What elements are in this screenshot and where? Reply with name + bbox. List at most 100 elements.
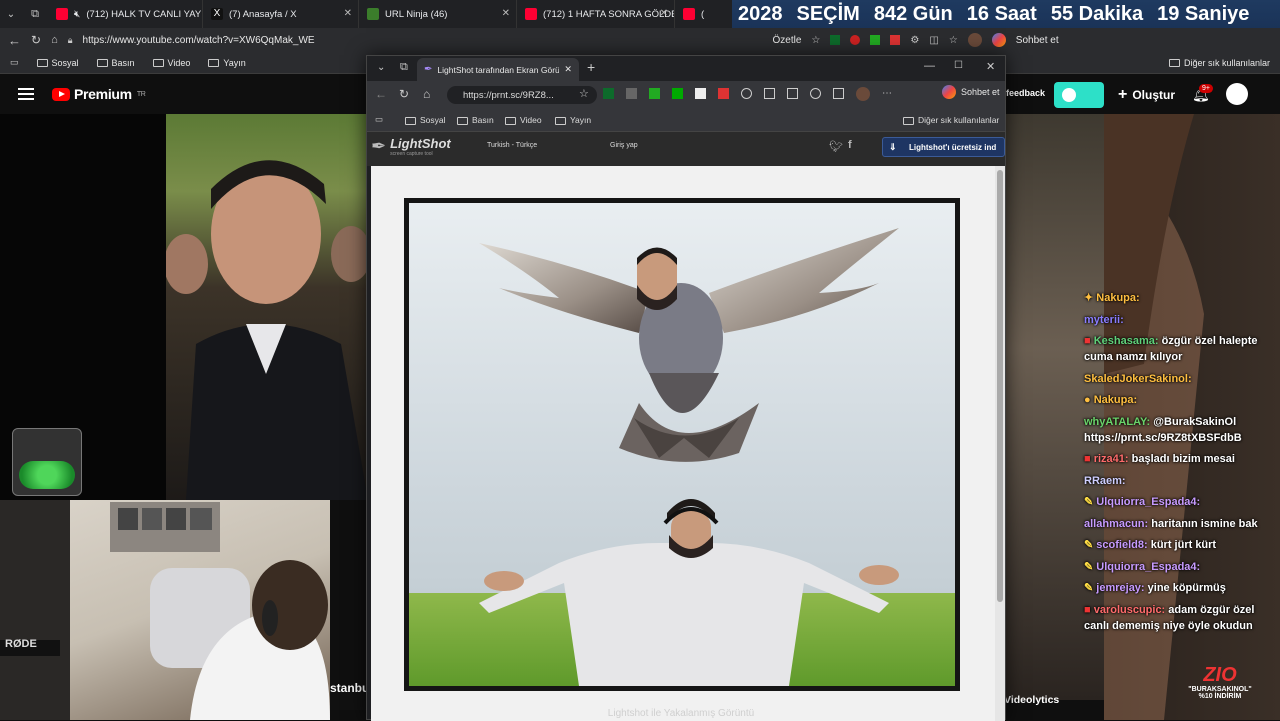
chat-username[interactable]: Ulquiorra_Espada4: <box>1096 561 1200 573</box>
login-link[interactable]: Giriş yap <box>610 142 638 149</box>
mute-icon[interactable]: 🔇︎ <box>74 9 80 20</box>
chat-username[interactable]: riza41: <box>1094 453 1129 465</box>
close-tab-icon[interactable]: ✕ <box>502 8 510 19</box>
bookmark-sosyal[interactable]: Sosyal <box>36 58 79 68</box>
chat-username[interactable]: allahmacun: <box>1084 518 1148 530</box>
reading-list-icon[interactable]: ▭ <box>10 57 19 68</box>
maximize-icon[interactable]: ☐ <box>954 60 963 71</box>
reload-icon[interactable]: ↻ <box>31 33 41 47</box>
workspaces-icon[interactable]: ⧉ <box>400 61 408 74</box>
workspaces-icon[interactable]: ⧉ <box>22 8 48 21</box>
tab-menu-icon[interactable]: ⌄ <box>377 62 385 73</box>
star-icon[interactable]: ☆ <box>811 35 820 46</box>
hamburger-menu-icon[interactable] <box>18 88 34 100</box>
copilot-icon[interactable] <box>991 33 1006 47</box>
chat-text: haritanın ismine bak <box>1151 517 1258 530</box>
countdown-year: 2028 <box>738 2 783 25</box>
extension-icon[interactable] <box>741 88 752 99</box>
chat-username[interactable]: Nakupa: <box>1094 394 1137 406</box>
split-screen-icon[interactable] <box>764 88 775 99</box>
lightshot-favicon-icon: ✒ <box>424 64 433 75</box>
extension-icon[interactable] <box>810 88 821 99</box>
countdown-days: 842 Gün <box>873 2 953 25</box>
extension-icon[interactable] <box>833 88 844 99</box>
chat-username[interactable]: jemrejay: <box>1096 582 1144 594</box>
chat-username[interactable]: whyATALAY: <box>1084 416 1150 428</box>
more-icon[interactable]: ⋯ <box>882 88 892 101</box>
bookmark-sosyal[interactable]: Sosyal <box>405 115 446 125</box>
outer-tab-5[interactable]: ( <box>675 0 715 28</box>
extension-icon[interactable] <box>649 88 660 99</box>
extension-icon[interactable] <box>695 88 706 99</box>
chat-username[interactable]: SkaledJokerSakinol: <box>1084 373 1192 385</box>
extension-icon[interactable]: ⚙ <box>910 35 919 46</box>
popup-scrollbar[interactable] <box>995 166 1005 721</box>
bookmark-basin[interactable]: Basın <box>96 58 135 68</box>
chat-username[interactable]: RRaem: <box>1084 475 1126 487</box>
chat-username[interactable]: myterii: <box>1084 314 1124 326</box>
bookmark-video[interactable]: Video <box>505 115 542 125</box>
outer-tab-3[interactable]: URL Ninja (46) ✕ <box>359 0 517 28</box>
favorites-icon[interactable]: ☆ <box>949 35 958 46</box>
outer-tab-title: URL Ninja (46) <box>385 8 448 20</box>
split-screen-icon[interactable]: ◫ <box>929 35 938 46</box>
extension-icon[interactable] <box>672 88 683 99</box>
bookmark-other[interactable]: Diğer sık kullanılanlar <box>1168 58 1270 68</box>
bookmark-yayin[interactable]: Yayın <box>555 115 591 125</box>
extension-icon[interactable] <box>718 88 729 99</box>
feedback-link[interactable]: feedback <box>1006 88 1045 98</box>
favorites-icon[interactable] <box>787 88 798 99</box>
chat-button[interactable]: Sohbet et <box>1016 35 1059 46</box>
extension-icon[interactable] <box>626 88 637 99</box>
popup-active-tab[interactable]: ✒ LightShot tarafından Ekran Görünt ✕ <box>417 58 579 81</box>
address-bar[interactable]: https://www.youtube.com/watch?v=XW6QqMak… <box>83 35 763 46</box>
chat-username[interactable]: varoluscupic: <box>1094 604 1166 616</box>
home-icon[interactable]: ⌂ <box>423 87 430 101</box>
account-avatar[interactable] <box>1226 83 1248 105</box>
back-icon[interactable]: ← <box>375 87 387 101</box>
chat-username[interactable]: scofield8: <box>1096 539 1147 551</box>
summarize-button[interactable]: Özetle <box>773 35 802 46</box>
rode-mic-label: RØDE <box>5 638 37 650</box>
home-icon[interactable]: ⌂ <box>51 34 58 46</box>
profile-avatar[interactable] <box>967 33 982 47</box>
bookmark-basin[interactable]: Basın <box>457 115 494 125</box>
youtube-logo[interactable]: Premium TR <box>52 86 146 102</box>
screenshot-image[interactable] <box>404 198 960 691</box>
outer-tab-1[interactable]: 🔇︎ (712) HALK TV CANLI YAYINI | <box>48 0 203 28</box>
outer-tab-4[interactable]: (712) 1 HAFTA SONRA GÖLDE BU ✕ <box>517 0 675 28</box>
reading-list-icon[interactable]: ▭ <box>375 114 383 125</box>
ad-badge[interactable] <box>1054 82 1104 108</box>
chat-username[interactable]: Keshasama: <box>1094 335 1159 347</box>
bookmark-video[interactable]: Video <box>152 58 190 68</box>
minimize-icon[interactable]: — <box>924 60 935 72</box>
close-tab-icon[interactable]: ✕ <box>564 64 572 75</box>
popup-address-bar[interactable]: https://prnt.sc/9RZ8... <box>447 86 597 104</box>
facebook-icon[interactable]: f <box>848 139 852 151</box>
reload-icon[interactable]: ↻ <box>399 87 409 101</box>
star-icon[interactable]: ☆ <box>579 87 589 100</box>
new-tab-icon[interactable]: + <box>587 59 595 75</box>
language-selector[interactable]: Turkish - Türkçe <box>487 142 537 149</box>
chat-username[interactable]: Nakupa: <box>1096 292 1139 304</box>
back-icon[interactable]: ← <box>8 33 21 48</box>
download-lightshot-button[interactable]: ⇓ Lightshot'ı ücretsiz ind <box>882 137 1005 157</box>
popup-chat-button[interactable]: Sohbet et <box>942 85 1000 99</box>
tab-menu-icon[interactable]: ⌄ <box>0 9 22 20</box>
extension-icon[interactable] <box>830 35 841 45</box>
bookmark-yayin[interactable]: Yayın <box>208 58 246 68</box>
chat-username[interactable]: Ulquiorra_Espada4: <box>1096 496 1200 508</box>
profile-avatar[interactable] <box>856 87 870 101</box>
extension-icon[interactable] <box>870 35 881 45</box>
bookmark-other[interactable]: Diğer sık kullanılanlar <box>903 115 999 125</box>
outer-tab-2[interactable]: X (7) Anasayfa / X ✕ <box>203 0 359 28</box>
extension-icon[interactable] <box>603 88 614 99</box>
close-window-icon[interactable]: ✕ <box>986 60 995 73</box>
extension-icon[interactable] <box>890 35 901 45</box>
lightshot-logo[interactable]: ✒ LightShot screen capture tool <box>371 136 451 157</box>
extension-icon[interactable] <box>850 35 861 45</box>
create-button[interactable]: + Oluştur <box>1118 86 1175 104</box>
close-tab-icon[interactable]: ✕ <box>660 8 668 19</box>
close-tab-icon[interactable]: ✕ <box>344 8 352 19</box>
twitter-icon[interactable]: 🐦︎ <box>829 140 843 153</box>
